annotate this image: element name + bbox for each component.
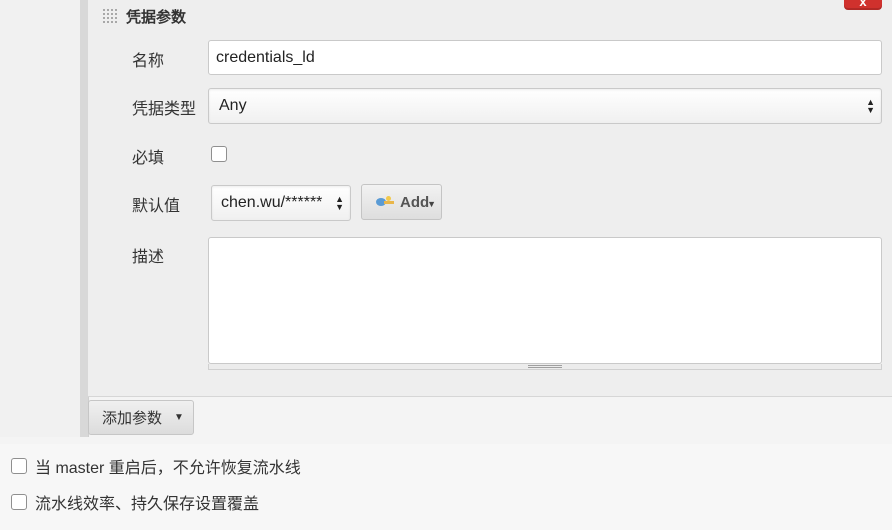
key-icon xyxy=(376,196,396,208)
required-label: 必填 xyxy=(132,150,165,167)
option-label: 流水线效率、持久保存设置覆盖 xyxy=(35,496,260,513)
required-checkbox[interactable] xyxy=(211,146,227,162)
chevron-down-icon: ▼ xyxy=(427,198,437,209)
option-row-durability-override[interactable]: 流水线效率、持久保存设置覆盖 xyxy=(11,490,259,514)
description-label: 描述 xyxy=(132,249,165,266)
block-header: 凭据参数 xyxy=(102,5,186,27)
default-value-selected: chen.wu/****** xyxy=(221,194,323,211)
textarea-grabber[interactable] xyxy=(208,364,882,370)
option-row-disable-resume[interactable]: 当 master 重启后，不允许恢复流水线 xyxy=(11,454,301,478)
select-arrows-icon: ▲ ▼ xyxy=(335,194,344,212)
credential-type-label: 凭据类型 xyxy=(132,101,197,118)
credential-type-select[interactable]: Any ▲ ▼ xyxy=(208,88,882,124)
drag-grip-icon[interactable] xyxy=(102,8,118,24)
add-parameter-label: 添加参数 xyxy=(102,410,163,427)
name-input[interactable]: credentials_ld xyxy=(208,40,882,75)
option-label: 当 master 重启后，不允许恢复流水线 xyxy=(35,460,301,477)
pipeline-options: 当 master 重启后，不允许恢复流水线 流水线效率、持久保存设置覆盖 xyxy=(0,444,892,530)
close-button[interactable]: x xyxy=(844,0,882,10)
chevron-down-icon: ▼ xyxy=(174,412,184,423)
default-value-select[interactable]: chen.wu/****** ▲ ▼ xyxy=(211,185,351,221)
disable-resume-checkbox[interactable] xyxy=(11,458,27,474)
durability-override-checkbox[interactable] xyxy=(11,494,27,510)
description-textarea[interactable] xyxy=(208,237,882,364)
credentials-parameter-block: 凭据参数 x 名称 credentials_ld 凭据类型 Any ▲ ▼ 必填 … xyxy=(88,0,892,397)
add-credential-button[interactable]: Add ▼ xyxy=(361,184,442,220)
add-parameter-button[interactable]: 添加参数 ▼ xyxy=(88,400,194,435)
select-arrows-icon: ▲ ▼ xyxy=(866,97,875,115)
add-credential-label: Add xyxy=(400,193,430,211)
grabber-lines-icon xyxy=(528,365,562,368)
left-gutter xyxy=(0,0,81,437)
block-title: 凭据参数 xyxy=(126,8,187,26)
default-value-label: 默认值 xyxy=(132,198,181,215)
name-label: 名称 xyxy=(132,53,165,70)
credential-type-selected: Any xyxy=(219,97,247,114)
